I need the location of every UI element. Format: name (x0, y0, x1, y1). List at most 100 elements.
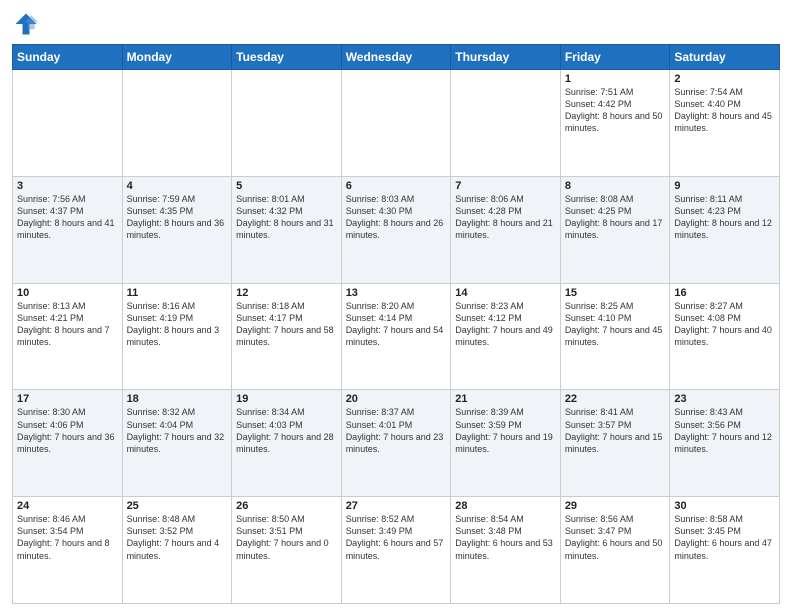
day-info: Sunrise: 8:16 AMSunset: 4:19 PMDaylight:… (127, 300, 228, 349)
day-info: Sunrise: 8:50 AMSunset: 3:51 PMDaylight:… (236, 513, 337, 562)
calendar-cell: 1Sunrise: 7:51 AMSunset: 4:42 PMDaylight… (560, 70, 670, 177)
logo (12, 10, 44, 38)
day-info: Sunrise: 8:39 AMSunset: 3:59 PMDaylight:… (455, 406, 556, 455)
calendar-cell: 2Sunrise: 7:54 AMSunset: 4:40 PMDaylight… (670, 70, 780, 177)
day-number: 23 (674, 393, 775, 405)
page-container: SundayMondayTuesdayWednesdayThursdayFrid… (0, 0, 792, 612)
calendar-cell: 14Sunrise: 8:23 AMSunset: 4:12 PMDayligh… (451, 283, 561, 390)
day-number: 25 (127, 500, 228, 512)
weekday-header-thursday: Thursday (451, 45, 561, 70)
weekday-header-wednesday: Wednesday (341, 45, 451, 70)
day-number: 1 (565, 73, 666, 85)
day-number: 18 (127, 393, 228, 405)
day-info: Sunrise: 7:51 AMSunset: 4:42 PMDaylight:… (565, 86, 666, 135)
calendar-cell: 25Sunrise: 8:48 AMSunset: 3:52 PMDayligh… (122, 497, 232, 604)
day-number: 22 (565, 393, 666, 405)
day-number: 29 (565, 500, 666, 512)
day-number: 28 (455, 500, 556, 512)
calendar-cell: 19Sunrise: 8:34 AMSunset: 4:03 PMDayligh… (232, 390, 342, 497)
calendar-week-row: 3Sunrise: 7:56 AMSunset: 4:37 PMDaylight… (13, 176, 780, 283)
day-info: Sunrise: 8:23 AMSunset: 4:12 PMDaylight:… (455, 300, 556, 349)
day-number: 24 (17, 500, 118, 512)
day-info: Sunrise: 8:11 AMSunset: 4:23 PMDaylight:… (674, 193, 775, 242)
day-number: 26 (236, 500, 337, 512)
day-info: Sunrise: 8:48 AMSunset: 3:52 PMDaylight:… (127, 513, 228, 562)
day-info: Sunrise: 8:54 AMSunset: 3:48 PMDaylight:… (455, 513, 556, 562)
calendar-week-row: 1Sunrise: 7:51 AMSunset: 4:42 PMDaylight… (13, 70, 780, 177)
page-header (12, 10, 780, 38)
calendar-cell: 17Sunrise: 8:30 AMSunset: 4:06 PMDayligh… (13, 390, 123, 497)
day-number: 5 (236, 180, 337, 192)
calendar-cell (232, 70, 342, 177)
day-info: Sunrise: 8:06 AMSunset: 4:28 PMDaylight:… (455, 193, 556, 242)
day-number: 4 (127, 180, 228, 192)
weekday-header-friday: Friday (560, 45, 670, 70)
day-info: Sunrise: 8:01 AMSunset: 4:32 PMDaylight:… (236, 193, 337, 242)
calendar-cell (451, 70, 561, 177)
calendar-cell (122, 70, 232, 177)
calendar-cell: 22Sunrise: 8:41 AMSunset: 3:57 PMDayligh… (560, 390, 670, 497)
calendar-cell: 11Sunrise: 8:16 AMSunset: 4:19 PMDayligh… (122, 283, 232, 390)
day-number: 3 (17, 180, 118, 192)
day-number: 8 (565, 180, 666, 192)
day-number: 9 (674, 180, 775, 192)
calendar-cell: 15Sunrise: 8:25 AMSunset: 4:10 PMDayligh… (560, 283, 670, 390)
calendar-header-row: SundayMondayTuesdayWednesdayThursdayFrid… (13, 45, 780, 70)
day-info: Sunrise: 7:59 AMSunset: 4:35 PMDaylight:… (127, 193, 228, 242)
day-info: Sunrise: 8:32 AMSunset: 4:04 PMDaylight:… (127, 406, 228, 455)
calendar-cell: 21Sunrise: 8:39 AMSunset: 3:59 PMDayligh… (451, 390, 561, 497)
day-info: Sunrise: 8:43 AMSunset: 3:56 PMDaylight:… (674, 406, 775, 455)
day-info: Sunrise: 8:34 AMSunset: 4:03 PMDaylight:… (236, 406, 337, 455)
weekday-header-sunday: Sunday (13, 45, 123, 70)
day-number: 21 (455, 393, 556, 405)
calendar-cell: 8Sunrise: 8:08 AMSunset: 4:25 PMDaylight… (560, 176, 670, 283)
day-number: 30 (674, 500, 775, 512)
day-info: Sunrise: 8:30 AMSunset: 4:06 PMDaylight:… (17, 406, 118, 455)
day-number: 13 (346, 287, 447, 299)
calendar-week-row: 24Sunrise: 8:46 AMSunset: 3:54 PMDayligh… (13, 497, 780, 604)
day-number: 12 (236, 287, 337, 299)
day-info: Sunrise: 8:52 AMSunset: 3:49 PMDaylight:… (346, 513, 447, 562)
day-number: 27 (346, 500, 447, 512)
day-info: Sunrise: 8:41 AMSunset: 3:57 PMDaylight:… (565, 406, 666, 455)
day-info: Sunrise: 8:58 AMSunset: 3:45 PMDaylight:… (674, 513, 775, 562)
day-number: 15 (565, 287, 666, 299)
calendar-table: SundayMondayTuesdayWednesdayThursdayFrid… (12, 44, 780, 604)
calendar-cell: 28Sunrise: 8:54 AMSunset: 3:48 PMDayligh… (451, 497, 561, 604)
day-info: Sunrise: 8:37 AMSunset: 4:01 PMDaylight:… (346, 406, 447, 455)
calendar-cell: 18Sunrise: 8:32 AMSunset: 4:04 PMDayligh… (122, 390, 232, 497)
calendar-cell: 12Sunrise: 8:18 AMSunset: 4:17 PMDayligh… (232, 283, 342, 390)
calendar-cell: 23Sunrise: 8:43 AMSunset: 3:56 PMDayligh… (670, 390, 780, 497)
day-number: 6 (346, 180, 447, 192)
calendar-cell: 20Sunrise: 8:37 AMSunset: 4:01 PMDayligh… (341, 390, 451, 497)
day-number: 10 (17, 287, 118, 299)
day-number: 20 (346, 393, 447, 405)
calendar-cell (13, 70, 123, 177)
weekday-header-tuesday: Tuesday (232, 45, 342, 70)
calendar-cell: 30Sunrise: 8:58 AMSunset: 3:45 PMDayligh… (670, 497, 780, 604)
calendar-cell: 9Sunrise: 8:11 AMSunset: 4:23 PMDaylight… (670, 176, 780, 283)
calendar-cell: 4Sunrise: 7:59 AMSunset: 4:35 PMDaylight… (122, 176, 232, 283)
calendar-cell: 10Sunrise: 8:13 AMSunset: 4:21 PMDayligh… (13, 283, 123, 390)
day-info: Sunrise: 8:13 AMSunset: 4:21 PMDaylight:… (17, 300, 118, 349)
day-number: 16 (674, 287, 775, 299)
calendar-cell: 6Sunrise: 8:03 AMSunset: 4:30 PMDaylight… (341, 176, 451, 283)
day-number: 19 (236, 393, 337, 405)
day-number: 17 (17, 393, 118, 405)
day-number: 14 (455, 287, 556, 299)
calendar-cell: 29Sunrise: 8:56 AMSunset: 3:47 PMDayligh… (560, 497, 670, 604)
logo-icon (12, 10, 40, 38)
calendar-week-row: 10Sunrise: 8:13 AMSunset: 4:21 PMDayligh… (13, 283, 780, 390)
weekday-header-saturday: Saturday (670, 45, 780, 70)
day-number: 7 (455, 180, 556, 192)
calendar-cell: 16Sunrise: 8:27 AMSunset: 4:08 PMDayligh… (670, 283, 780, 390)
calendar-cell (341, 70, 451, 177)
day-number: 11 (127, 287, 228, 299)
day-info: Sunrise: 8:46 AMSunset: 3:54 PMDaylight:… (17, 513, 118, 562)
day-info: Sunrise: 7:56 AMSunset: 4:37 PMDaylight:… (17, 193, 118, 242)
calendar-cell: 26Sunrise: 8:50 AMSunset: 3:51 PMDayligh… (232, 497, 342, 604)
day-info: Sunrise: 8:25 AMSunset: 4:10 PMDaylight:… (565, 300, 666, 349)
calendar-cell: 13Sunrise: 8:20 AMSunset: 4:14 PMDayligh… (341, 283, 451, 390)
calendar-cell: 24Sunrise: 8:46 AMSunset: 3:54 PMDayligh… (13, 497, 123, 604)
calendar-cell: 27Sunrise: 8:52 AMSunset: 3:49 PMDayligh… (341, 497, 451, 604)
